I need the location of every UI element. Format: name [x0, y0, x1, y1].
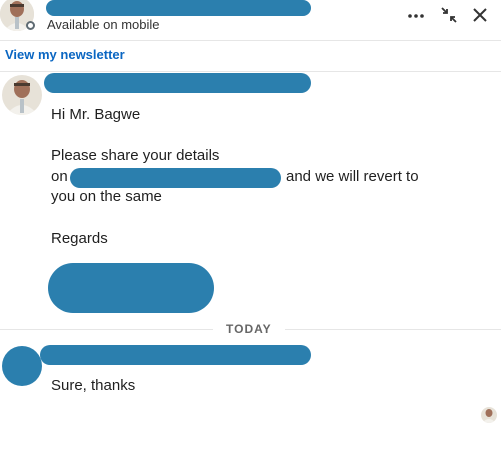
redacted-contact-name — [46, 0, 311, 16]
message-line-suffix: and we will revert to — [286, 168, 419, 185]
presence-indicator — [26, 21, 35, 30]
message-line: Please share your details — [51, 147, 220, 164]
redacted-sender-name — [44, 73, 311, 93]
availability-status: Available on mobile — [47, 17, 160, 32]
message-line-prefix: on — [51, 168, 68, 185]
sender-avatar[interactable] — [2, 75, 42, 115]
person-photo-icon — [2, 75, 42, 115]
read-receipt-avatar — [481, 407, 497, 423]
close-icon[interactable] — [472, 7, 488, 23]
date-divider-label: TODAY — [226, 322, 272, 336]
date-divider-line-left — [0, 329, 213, 330]
date-divider-line-right — [285, 329, 501, 330]
message-line: you on the same — [51, 188, 162, 205]
redacted-sender-name — [40, 345, 311, 365]
redacted-sender-avatar[interactable] — [2, 346, 42, 386]
section-divider — [0, 71, 501, 72]
more-icon[interactable] — [406, 7, 426, 23]
person-photo-icon — [481, 407, 497, 423]
message-text: Sure, thanks — [51, 377, 136, 394]
redacted-signature — [48, 263, 214, 313]
minimize-icon[interactable] — [440, 6, 458, 24]
message-greeting: Hi Mr. Bagwe — [51, 106, 141, 123]
message-closing: Regards — [51, 230, 108, 247]
view-newsletter-link[interactable]: View my newsletter — [5, 47, 125, 62]
redacted-contact-detail — [70, 168, 281, 188]
